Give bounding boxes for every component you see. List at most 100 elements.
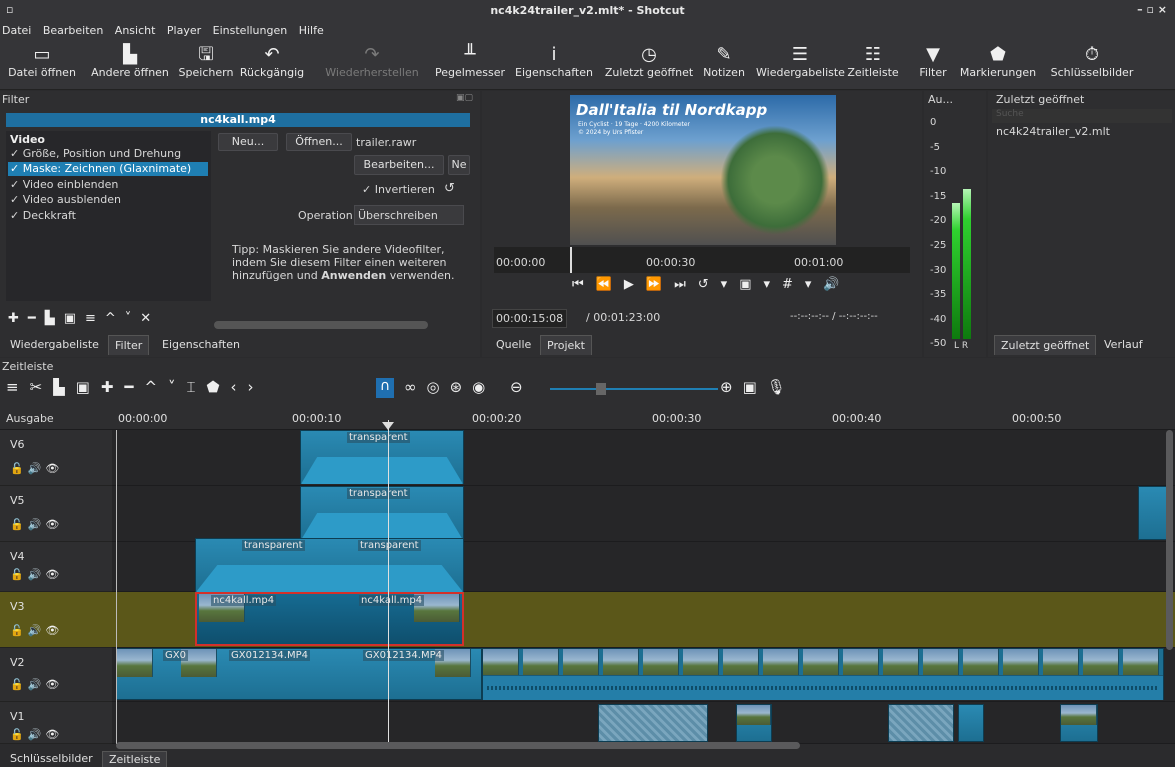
save-button[interactable]: 🖫 Speichern <box>176 44 236 79</box>
audio-waveform <box>483 675 1163 700</box>
menu-datei[interactable]: Datei <box>2 24 31 37</box>
clip-v1[interactable] <box>1060 704 1098 742</box>
notes-button[interactable]: ✎ Notizen <box>702 44 746 79</box>
clip-transparent[interactable]: transparent <box>300 430 464 484</box>
clip-thumbnail <box>1003 649 1039 677</box>
open-file-button[interactable]: ▭ Datei öffnen <box>4 44 80 79</box>
markers-button[interactable]: ⬟ Markierungen <box>958 44 1038 79</box>
clip-transparent[interactable]: transparent <box>300 486 464 540</box>
tab-filter[interactable]: Filter <box>108 335 150 355</box>
timeline-ruler[interactable]: Ausgabe 00:00:00 00:00:10 00:00:20 00:00… <box>0 408 1175 430</box>
clip-v1[interactable] <box>958 704 984 742</box>
ruler-label: 00:00:30 <box>652 412 702 425</box>
tab-project[interactable]: Projekt <box>540 335 592 355</box>
zoom-fit-tools[interactable]: ⊕▣🎙 <box>720 378 796 396</box>
tab-keyframes[interactable]: Schlüsselbilder <box>4 751 99 766</box>
new-mask-button[interactable]: Neu... <box>218 133 278 151</box>
clip-thumbnail <box>523 649 559 677</box>
meter-button[interactable]: ╨ Pegelmesser <box>432 44 508 79</box>
ne-button[interactable]: Ne <box>448 155 470 175</box>
clip-thumbnail <box>1043 649 1079 677</box>
redo-button[interactable]: ↷ Wiederherstellen <box>324 44 420 79</box>
recent-panel: Zuletzt geöffnet Suche nc4k24trailer_v2.… <box>988 91 1175 357</box>
clip-transparent[interactable]: transparent transparent <box>195 538 464 592</box>
timeline-icon: ☷ <box>864 44 882 65</box>
snap-icon[interactable]: ∩ <box>376 378 394 398</box>
zoom-slider[interactable] <box>550 388 718 390</box>
filter-icon: ▼ <box>926 44 940 65</box>
clip-v1[interactable] <box>598 704 708 742</box>
operation-select[interactable]: Überschreiben <box>354 205 464 225</box>
track-header-v4[interactable]: V4 🔓🔊👁 <box>0 542 112 592</box>
playlist-button[interactable]: ☰ Wiedergabeliste <box>756 44 845 79</box>
keyframes-button[interactable]: ⏱ Schlüsselbilder <box>1044 44 1140 79</box>
clip-strip[interactable] <box>482 648 1164 700</box>
filter-item[interactable]: ✓ Deckkraft <box>10 209 210 222</box>
filter-scrollbar[interactable] <box>214 321 428 329</box>
filter-list: Video ✓ Größe, Position und Drehung ✓ Ma… <box>6 131 211 301</box>
menu-ansicht[interactable]: Ansicht <box>115 24 156 37</box>
player-playhead[interactable] <box>570 247 572 273</box>
window-controls[interactable]: – ▫ × <box>1137 3 1167 16</box>
edit-mask-button[interactable]: Bearbeiten... <box>354 155 444 175</box>
tab-playlist[interactable]: Wiedergabeliste <box>4 335 105 354</box>
lane-v5[interactable] <box>112 486 1175 542</box>
invert-checkbox[interactable]: ✓ Invertieren <box>362 183 435 196</box>
clip-v1[interactable] <box>888 704 954 742</box>
tab-recent[interactable]: Zuletzt geöffnet <box>994 335 1097 355</box>
tab-history[interactable]: Verlauf <box>1098 335 1149 354</box>
clip-partial[interactable] <box>1138 486 1168 540</box>
clip-thumbnail <box>737 705 771 725</box>
clip-nc4kall-selected[interactable]: nc4kall.mp4 nc4kall.mp4 <box>195 592 464 646</box>
timeline-vscrollbar[interactable] <box>1166 430 1173 650</box>
lane-v6[interactable] <box>112 430 1175 486</box>
menu-bearbeiten[interactable]: Bearbeiten <box>43 24 103 37</box>
open-other-button[interactable]: ▙ Andere öffnen <box>88 44 172 79</box>
tab-timeline[interactable]: Zeitleiste <box>102 751 168 767</box>
track-header-v5[interactable]: V5 🔓🔊👁 <box>0 486 112 542</box>
timeline-playhead[interactable] <box>388 420 389 744</box>
filter-item[interactable]: ✓ Video einblenden <box>10 178 210 191</box>
track-header-v1[interactable]: V1 🔓🔊👁 <box>0 702 112 744</box>
video-preview[interactable]: Dall'Italia til Nordkapp Ein Cyclist · 1… <box>570 95 836 245</box>
menu-player[interactable]: Player <box>167 24 201 37</box>
open-mask-button[interactable]: Öffnen... <box>286 133 352 151</box>
reset-icon[interactable]: ↺ <box>444 181 455 196</box>
zoom-slider-handle[interactable] <box>596 383 606 395</box>
clip-thumbnail <box>483 649 519 677</box>
menu-einstellungen[interactable]: Einstellungen <box>213 24 288 37</box>
filter-actions-icons[interactable]: ✚━▙▣≡^˅✕ <box>8 311 160 326</box>
redo-icon: ↷ <box>364 44 380 65</box>
menu-hilfe[interactable]: Hilfe <box>299 24 324 37</box>
transport-controls[interactable]: ⏮⏪▶⏩⏭↺▾▣▾#▾🔊 <box>572 277 852 292</box>
filter-item[interactable]: ✓ Größe, Position und Drehung <box>10 147 210 160</box>
timeline-header: Zeitleiste ≡✂▙▣✚━^˅⌶⬟‹› ∩ ∞◎⊛◉ ⊖ ⊕▣🎙 <box>0 358 1175 408</box>
dock-buttons-icon[interactable]: ▣▢ <box>456 93 473 103</box>
ripple-tools[interactable]: ∞◎⊛◉ ⊖ <box>404 378 533 396</box>
main-toolbar: ▭ Datei öffnen ▙ Andere öffnen 🖫 Speichern … <box>0 40 1175 90</box>
recent-button[interactable]: ◷ Zuletzt geöffnet <box>602 44 696 79</box>
filter-clip-name: nc4kall.mp4 <box>6 113 470 127</box>
track-header-v3[interactable]: V3 🔓🔊👁 <box>0 592 112 648</box>
timeline-tools[interactable]: ≡✂▙▣✚━^˅⌶⬟‹› <box>6 378 265 396</box>
timeline-button[interactable]: ☷ Zeitleiste <box>842 44 904 79</box>
undo-button[interactable]: ↶ Rückgängig <box>232 44 312 79</box>
stopwatch-icon: ⏱ <box>1084 44 1100 65</box>
recent-item[interactable]: nc4k24trailer_v2.mlt <box>996 125 1110 138</box>
filter-item-selected[interactable]: ✓ Maske: Zeichnen (Glaxnimate) <box>8 162 208 176</box>
clip-v1[interactable] <box>736 704 772 742</box>
timeline-hscrollbar[interactable] <box>116 742 800 749</box>
track-header-v2[interactable]: V2 🔓🔊👁 <box>0 648 112 702</box>
track-header-v6[interactable]: V6 🔓🔊👁 <box>0 430 112 486</box>
tab-source[interactable]: Quelle <box>490 335 537 354</box>
filter-item[interactable]: ✓ Video ausblenden <box>10 193 210 206</box>
properties-button[interactable]: i Eigenschaften <box>514 44 594 79</box>
tab-properties[interactable]: Eigenschaften <box>156 335 246 354</box>
clip-gx012134[interactable]: GX0 GX012134.MP4 GX012134.MP4 <box>116 648 482 700</box>
map-overlay <box>720 125 830 235</box>
ruler-label: 00:00:00 <box>496 256 546 269</box>
filter-button[interactable]: ▼ Filter <box>914 44 952 79</box>
recent-search[interactable]: Suche <box>992 109 1172 123</box>
player-ruler[interactable]: 00:00:00 00:00:30 00:01:00 <box>494 247 910 273</box>
timecode-field[interactable]: 00:00:15:08 <box>492 309 568 328</box>
